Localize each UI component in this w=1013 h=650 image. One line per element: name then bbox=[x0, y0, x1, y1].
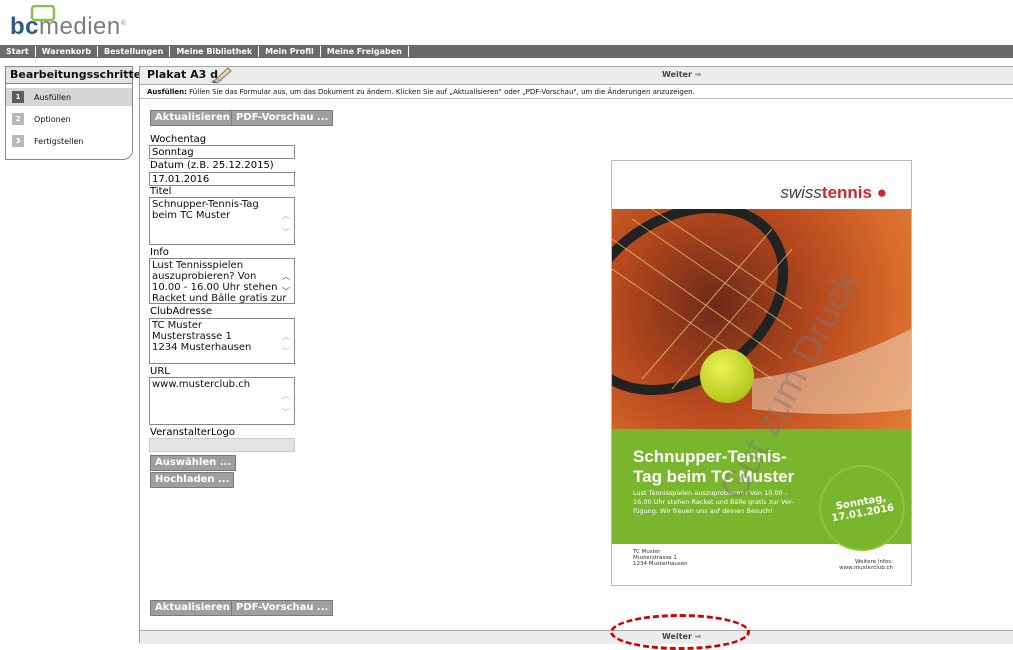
veranstalterlogo-label: VeranstalterLogo bbox=[150, 427, 235, 438]
bottom-toolbar bbox=[140, 630, 1013, 644]
step-label: Ausfüllen bbox=[34, 92, 72, 102]
datum-label: Datum (z.B. 25.12.2015) bbox=[150, 160, 274, 171]
aktualisieren-button[interactable]: Aktualisieren bbox=[150, 110, 235, 126]
main-nav: Start Warenkorb Bestellungen Meine Bibli… bbox=[0, 45, 1013, 58]
nav-mein-profil[interactable]: Mein Profil bbox=[259, 46, 321, 57]
step-fertigstellen[interactable]: 3 Fertigstellen bbox=[6, 132, 132, 150]
wochentag-input[interactable]: Sonntag bbox=[149, 145, 295, 159]
pencil-icon[interactable] bbox=[210, 64, 234, 84]
step-optionen[interactable]: 2 Optionen bbox=[6, 110, 132, 128]
nav-start[interactable]: Start bbox=[0, 46, 36, 57]
datum-input[interactable]: 17.01.2016 bbox=[149, 172, 295, 186]
nav-warenkorb[interactable]: Warenkorb bbox=[36, 46, 99, 57]
aktualisieren-button-bottom[interactable]: Aktualisieren bbox=[150, 600, 235, 616]
tennis-ball bbox=[700, 349, 754, 403]
arrow-right-icon: ➡ bbox=[694, 70, 702, 79]
clubadresse-label: ClubAdresse bbox=[150, 306, 213, 317]
step-number: 2 bbox=[12, 113, 24, 125]
auswaehlen-button[interactable]: Auswählen ... bbox=[150, 455, 237, 471]
divider bbox=[140, 98, 1013, 99]
poster-preview: swisstennis ● Schnupper-Tennis- Tag beim … bbox=[611, 160, 912, 586]
steps-panel: Bearbeitungsschritte 1 Ausfüllen 2 Optio… bbox=[5, 66, 141, 160]
scrollbar[interactable]: ︿ ﹀ bbox=[280, 319, 293, 363]
weiter-link-top[interactable]: Weiter ➡ bbox=[662, 70, 701, 79]
scrollbar[interactable]: ︿ ﹀ bbox=[280, 378, 293, 424]
step-label: Optionen bbox=[34, 114, 71, 124]
poster-more-info: Weitere Infos: www.musterclub.ch bbox=[839, 559, 893, 571]
nav-meine-freigaben[interactable]: Meine Freigaben bbox=[321, 46, 409, 57]
titel-label: Titel bbox=[150, 186, 172, 197]
logo-text: bcmedien® bbox=[10, 13, 127, 40]
pdf-vorschau-button-bottom[interactable]: PDF-Vorschau ... bbox=[231, 600, 334, 616]
info-textarea[interactable]: Lust Tennisspielen auszuprobieren? Von 10.… bbox=[149, 258, 295, 304]
logo-field bbox=[149, 438, 295, 452]
nav-meine-bibliothek[interactable]: Meine Bibliothek bbox=[170, 46, 260, 57]
step-number: 1 bbox=[12, 91, 24, 103]
clubadresse-textarea[interactable]: TC Muster Musterstrasse 1 1234 Musterhause… bbox=[149, 318, 295, 364]
url-label: URL bbox=[150, 366, 170, 377]
pdf-vorschau-button[interactable]: PDF-Vorschau ... bbox=[231, 110, 334, 126]
url-textarea[interactable]: www.musterclub.ch ︿ ﹀ bbox=[149, 377, 295, 425]
step-ausfuellen[interactable]: 1 Ausfüllen bbox=[6, 88, 132, 106]
wochentag-label: Wochentag bbox=[150, 134, 207, 145]
step-number: 3 bbox=[12, 135, 24, 147]
hochladen-button[interactable]: Hochladen ... bbox=[150, 472, 235, 488]
steps-title: Bearbeitungsschritte bbox=[6, 67, 141, 84]
scrollbar[interactable]: ︿ ﹀ bbox=[280, 259, 293, 303]
scrollbar[interactable]: ︿ ﹀ bbox=[280, 198, 293, 244]
document-title: Plakat A3 d bbox=[147, 68, 218, 81]
instruction-text: Ausfüllen: Füllen Sie das Formular aus, … bbox=[147, 88, 695, 96]
info-label: Info bbox=[150, 247, 169, 258]
poster-club-address: TC Muster Musterstrasse 1 1234 Musterhause… bbox=[633, 549, 688, 567]
nav-bestellungen[interactable]: Bestellungen bbox=[98, 46, 171, 57]
titel-textarea[interactable]: Schnupper-Tennis-Tag beim TC Muster ︿ ﹀ bbox=[149, 197, 295, 245]
document-toolbar bbox=[140, 66, 1013, 85]
swisstennis-logo: swisstennis ● bbox=[780, 183, 887, 202]
step-label: Fertigstellen bbox=[34, 136, 84, 146]
highlight-annotation bbox=[610, 614, 750, 650]
